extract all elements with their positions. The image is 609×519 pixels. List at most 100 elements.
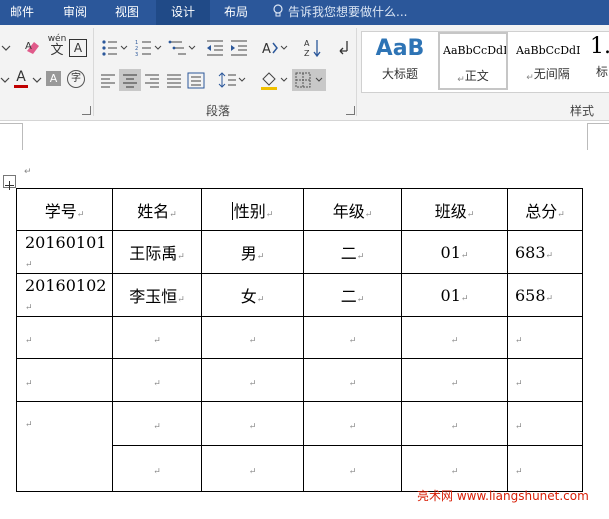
table-cell[interactable]: 女↵ <box>201 273 304 317</box>
font-color-button[interactable]: A <box>12 69 30 89</box>
table-cell[interactable]: ↵ <box>507 358 583 402</box>
table-cell[interactable]: 姓名↵ <box>112 188 202 231</box>
tab-mailings[interactable]: 邮件 <box>0 0 44 25</box>
distributed-button[interactable] <box>186 70 206 90</box>
font-color-bar <box>14 85 28 88</box>
character-border-button[interactable]: A <box>69 39 87 57</box>
table-cell[interactable]: ↵ <box>201 316 304 359</box>
cell-text: 姓名 <box>137 201 170 221</box>
tab-layout[interactable]: 布局 <box>212 0 260 25</box>
table-cell[interactable]: 总分↵ <box>507 188 583 231</box>
decrease-indent-button[interactable] <box>205 38 225 58</box>
table-cell[interactable]: 二↵ <box>303 230 402 274</box>
sort-button[interactable]: AZ <box>303 37 323 59</box>
increase-indent-button[interactable] <box>229 38 249 58</box>
table-cell[interactable]: ↵ <box>112 358 202 402</box>
table-cell[interactable]: ↵ <box>16 316 113 359</box>
style-heading-1[interactable]: 1. 标 <box>588 32 609 90</box>
table-cell[interactable]: 李玉恒↵ <box>112 273 202 317</box>
table-cell[interactable]: ↵ <box>507 316 583 359</box>
style-heading[interactable]: AaB 大标题 <box>364 32 436 90</box>
table-cell[interactable]: ↵ <box>112 445 202 492</box>
justify-icon <box>167 74 181 88</box>
table-cell[interactable]: ↵ <box>201 358 304 402</box>
font-size-dropdown[interactable] <box>0 38 12 56</box>
end-of-cell-mark: ↵ <box>348 422 357 432</box>
table-cell[interactable]: ↵ <box>401 401 508 446</box>
table-cell[interactable]: ↵ <box>112 401 202 446</box>
table-cell[interactable]: ↵ <box>201 401 304 446</box>
table-cell[interactable]: 男↵ <box>201 230 304 274</box>
align-right-button[interactable] <box>142 70 162 90</box>
style-name: 大标题 <box>381 67 418 81</box>
table-cell[interactable]: 01↵ <box>401 273 508 317</box>
end-of-cell-mark: ↵ <box>248 422 257 432</box>
table-cell[interactable]: 性别↵ <box>201 188 304 231</box>
table-cell[interactable]: ↵ <box>507 445 583 492</box>
table-cell[interactable]: ↵ <box>401 358 508 402</box>
table-cell[interactable]: 二↵ <box>303 273 402 317</box>
font-more-dropdown[interactable] <box>0 71 10 89</box>
table-cell[interactable]: 年级↵ <box>303 188 402 231</box>
tab-review[interactable]: 审阅 <box>50 0 100 25</box>
borders-button[interactable] <box>292 69 326 91</box>
cell-text: 王际禹 <box>129 244 178 263</box>
justify-button[interactable] <box>164 70 184 90</box>
show-marks-button[interactable] <box>335 38 353 58</box>
table-move-handle[interactable] <box>3 175 16 190</box>
table-cell[interactable]: 20160101 ↵ <box>16 230 113 274</box>
table-cell[interactable]: ↵ <box>303 401 402 446</box>
font-dialog-launcher[interactable] <box>82 106 91 115</box>
cell-text: 683 <box>515 242 546 262</box>
svg-text:A: A <box>25 41 32 52</box>
table-cell[interactable]: ↵ <box>201 445 304 492</box>
align-left-button[interactable] <box>98 70 118 90</box>
eraser-icon: A <box>25 41 39 54</box>
table-cell[interactable]: ↵ <box>401 445 508 492</box>
style-preview: AaBbCcDdI <box>443 44 506 57</box>
line-spacing-button[interactable] <box>218 70 248 90</box>
style-name: 正文 <box>464 69 489 83</box>
table-cell[interactable]: ↵ <box>303 358 402 402</box>
end-of-cell-mark: ↵ <box>25 260 33 270</box>
watermark: 亮术网 www.liangshunet.com <box>417 489 589 503</box>
table-cell[interactable]: 王际禹↵ <box>112 230 202 274</box>
end-of-cell-mark: ↵ <box>466 209 475 220</box>
cell-text: 20160101 <box>25 233 107 252</box>
cell-text: 男 <box>240 244 257 263</box>
align-center-button[interactable] <box>119 69 141 91</box>
tab-view[interactable]: 视图 <box>102 0 152 25</box>
tab-design[interactable]: 设计 <box>156 0 210 25</box>
table-cell[interactable]: ↵ <box>16 358 113 402</box>
table-cell[interactable]: ↵ <box>507 401 583 446</box>
table-cell[interactable]: ↵ <box>303 316 402 359</box>
table-cell[interactable]: 01↵ <box>401 230 508 274</box>
table-cell[interactable]: 20160102 ↵ <box>16 273 113 317</box>
numbering-button[interactable]: 123 <box>134 38 164 58</box>
table-cell[interactable]: ↵ <box>401 316 508 359</box>
style-normal[interactable]: AaBbCcDdI ↵正文 <box>438 32 508 90</box>
chinese-layout-button[interactable]: A <box>260 38 290 58</box>
bullets-button[interactable] <box>100 38 130 58</box>
table-cell[interactable]: 658↵ <box>507 273 583 317</box>
clear-formatting-button[interactable]: A <box>24 37 42 57</box>
phonetic-guide-button[interactable]: wén 文 <box>46 34 68 58</box>
enclose-characters-button[interactable]: 字 <box>67 70 85 88</box>
style-no-spacing[interactable]: AaBbCcDdI ↵无间隔 <box>512 32 584 90</box>
table-cell[interactable]: 班级↵ <box>401 188 508 231</box>
table-cell[interactable]: ↵ <box>16 401 113 492</box>
shading-button[interactable] <box>258 69 290 91</box>
table-cell[interactable]: 学号↵ <box>16 188 113 231</box>
paragraph-dialog-launcher[interactable] <box>346 106 355 115</box>
font-color-dropdown[interactable] <box>32 71 42 89</box>
table-cell[interactable]: ↵ <box>112 316 202 359</box>
cell-text: 二 <box>340 287 357 306</box>
cell-text: 性别 <box>233 201 266 221</box>
tell-me-box[interactable]: 告诉我您想要做什么... <box>272 0 407 25</box>
table-cell[interactable]: ↵ <box>303 445 402 492</box>
end-of-cell-mark: ↵ <box>557 209 565 220</box>
table-cell[interactable]: 683↵ <box>507 230 583 274</box>
multilevel-list-button[interactable] <box>168 38 198 58</box>
align-right-icon <box>145 74 159 88</box>
character-shading-button[interactable]: A <box>46 71 61 86</box>
